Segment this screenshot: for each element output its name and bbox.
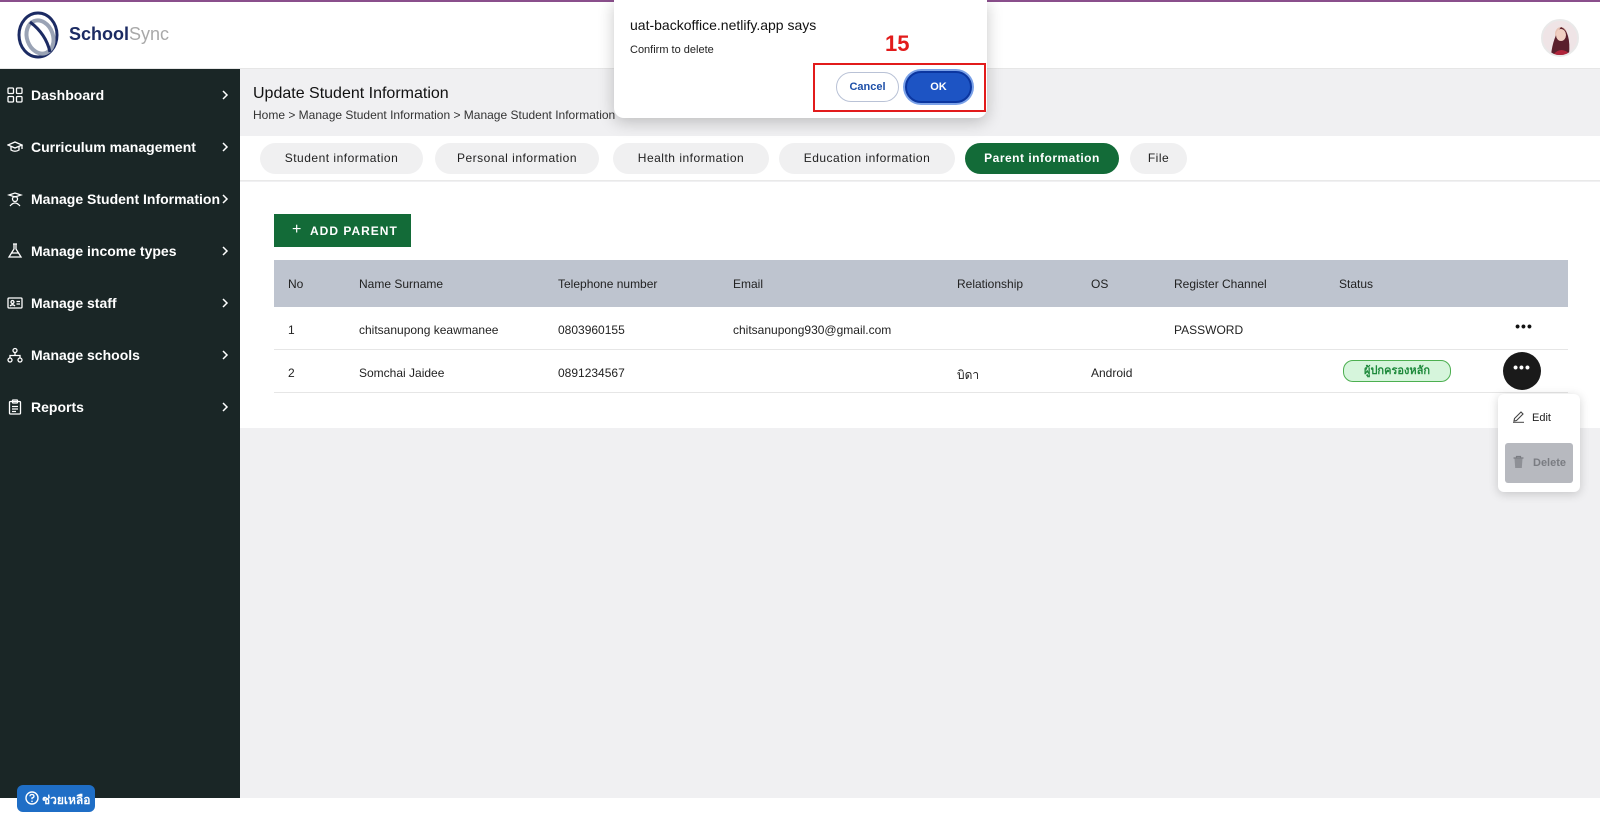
hierarchy-icon	[7, 347, 23, 363]
cell-email: chitsanupong930@gmail.com	[733, 323, 892, 337]
sidebar-item-label: Reports	[31, 399, 84, 415]
chevron-right-icon	[222, 350, 229, 360]
column-header: Name Surname	[359, 277, 444, 291]
sidebar-item-manage-staff[interactable]: Manage staff	[0, 282, 240, 324]
sidebar-item-label: Manage Student Information	[31, 191, 220, 207]
column-header: OS	[1091, 277, 1109, 291]
sidebar-item-label: Dashboard	[31, 87, 105, 103]
help-label: ช่วยเหลือ	[42, 793, 91, 807]
sidebar-item-dashboard[interactable]: Dashboard	[0, 74, 240, 116]
sidebar-item-label: Curriculum management	[31, 139, 196, 155]
sidebar-item-label: Manage income types	[31, 243, 177, 259]
dialog-title: uat-backoffice.netlify.app says	[630, 17, 817, 33]
tab-health-information[interactable]: Health information	[613, 143, 769, 174]
chevron-right-icon	[222, 298, 229, 308]
question-circle-icon	[25, 791, 39, 805]
tabs-bar: Student information Personal information…	[240, 136, 1600, 181]
chevron-right-icon	[222, 142, 229, 152]
help-button[interactable]: ช่วยเหลือ	[17, 785, 95, 812]
column-header: Telephone number	[558, 277, 658, 291]
clipboard-icon	[8, 399, 22, 415]
dialog-message: Confirm to delete	[630, 44, 714, 56]
cell-phone: 0803960155	[558, 323, 625, 337]
ok-button[interactable]: OK	[905, 71, 972, 103]
menu-item-label: Delete	[1533, 457, 1567, 469]
user-avatar[interactable]	[1541, 19, 1579, 57]
cancel-button[interactable]: Cancel	[836, 72, 899, 102]
cell-phone: 0891234567	[558, 366, 625, 380]
column-header: Email	[733, 277, 764, 291]
cell-name: chitsanupong keawmanee	[359, 323, 499, 337]
parent-panel: + ADD PARENT No Name Surname Telephone n…	[240, 182, 1600, 428]
sidebar-item-manage-schools[interactable]: Manage schools	[0, 334, 240, 376]
menu-item-label: Edit	[1532, 412, 1551, 424]
brand-part-school: School	[69, 24, 130, 44]
sidebar-item-reports[interactable]: Reports	[0, 386, 240, 428]
flask-icon	[7, 243, 23, 258]
tab-education-information[interactable]: Education information	[779, 143, 955, 174]
chevron-right-icon	[222, 402, 229, 412]
breadcrumb: Home > Manage Student Information > Mana…	[253, 108, 616, 122]
step-annotation-number: 15	[885, 31, 910, 56]
cell-os: Android	[1091, 366, 1133, 380]
chevron-right-icon	[222, 90, 229, 100]
status-badge: ผู้ปกครองหลัก	[1343, 360, 1451, 382]
grid-icon	[7, 87, 23, 103]
cell-no: 1	[288, 323, 295, 337]
confirm-dialog: uat-backoffice.netlify.app says Confirm …	[614, 0, 987, 118]
sidebar-item-label: Manage schools	[31, 347, 140, 363]
sidebar-item-manage-student[interactable]: Manage Student Information	[0, 178, 240, 220]
page-title: Update Student Information	[253, 85, 449, 102]
menu-item-delete[interactable]: Delete	[1505, 443, 1573, 483]
tab-file[interactable]: File	[1130, 143, 1187, 174]
brand-name: SchoolSync	[69, 24, 169, 45]
sidebar-item-income-types[interactable]: Manage income types	[0, 230, 240, 272]
brand-part-sync: Sync	[129, 24, 170, 44]
cell-name: Somchai Jaidee	[359, 366, 445, 380]
row-actions-button-active[interactable]: •••	[1503, 352, 1541, 390]
cell-register-channel: PASSWORD	[1174, 323, 1244, 337]
sidebar-item-label: Manage staff	[31, 295, 117, 311]
main-area: Update Student Information Home > Manage…	[240, 69, 1600, 798]
table-header: No Name Surname Telephone number Email R…	[274, 260, 1568, 307]
pencil-icon	[1513, 411, 1524, 423]
row-actions-menu: Edit Delete	[1498, 394, 1580, 492]
graduation-cap-icon	[7, 141, 23, 152]
row-actions-button[interactable]: •••	[1512, 319, 1536, 337]
main-background	[240, 428, 1600, 798]
column-header: Relationship	[957, 277, 1024, 291]
menu-item-edit[interactable]: Edit	[1508, 406, 1572, 430]
sidebar: Dashboard Curriculum management Manage S…	[0, 69, 240, 798]
student-icon	[7, 192, 23, 207]
cell-no: 2	[288, 366, 295, 380]
tab-personal-information[interactable]: Personal information	[435, 143, 599, 174]
tab-parent-information[interactable]: Parent information	[965, 143, 1119, 174]
add-parent-label: ADD PARENT	[310, 224, 398, 238]
plus-icon: +	[292, 221, 303, 238]
column-header: No	[288, 277, 304, 291]
tab-student-information[interactable]: Student information	[260, 143, 423, 174]
table-row: 2 Somchai Jaidee 0891234567 บิดา Android…	[274, 350, 1568, 393]
table-row: 1 chitsanupong keawmanee 0803960155 chit…	[274, 307, 1568, 350]
sidebar-item-curriculum[interactable]: Curriculum management	[0, 126, 240, 168]
id-card-icon	[7, 297, 23, 309]
chevron-right-icon	[222, 246, 229, 256]
trash-icon	[1513, 455, 1524, 468]
schoolsync-logo-icon	[17, 11, 59, 59]
cell-relationship: บิดา	[957, 368, 980, 382]
avatar-image-icon	[1543, 21, 1577, 55]
add-parent-button[interactable]: + ADD PARENT	[274, 214, 411, 247]
column-header: Register Channel	[1174, 277, 1267, 291]
chevron-right-icon	[222, 194, 229, 204]
column-header: Status	[1339, 277, 1374, 291]
